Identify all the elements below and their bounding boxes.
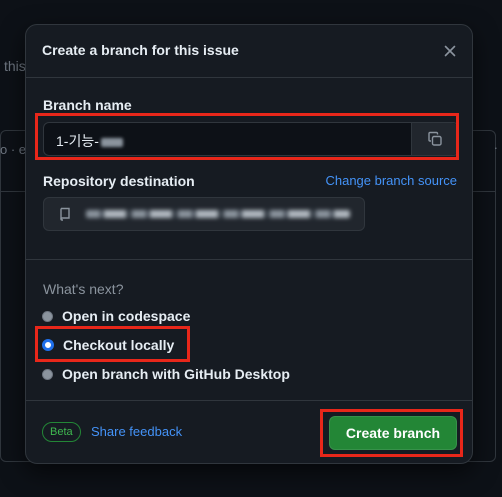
branch-name-label: Branch name — [43, 97, 132, 113]
create-branch-button[interactable]: Create branch — [329, 416, 457, 450]
radio-button-checked[interactable] — [42, 339, 54, 351]
dialog-footer: Beta Share feedback Create branch — [26, 400, 472, 463]
background-text-fragment: this — [4, 58, 26, 74]
radio-button[interactable] — [42, 368, 53, 380]
repo-destination-label: Repository destination — [43, 173, 195, 189]
branch-name-value-wrap: 1-기능- — [56, 131, 123, 151]
redacted-text — [100, 137, 123, 147]
create-branch-dialog: Create a branch for this issue Branch na… — [25, 24, 473, 464]
repo-icon — [60, 207, 70, 221]
option-open-in-codespace[interactable]: Open in codespace — [42, 306, 190, 326]
copy-button[interactable] — [411, 123, 458, 155]
radio-button[interactable] — [42, 310, 53, 322]
redacted-repository-name — [86, 210, 350, 218]
option-open-github-desktop[interactable]: Open branch with GitHub Desktop — [42, 364, 290, 384]
option-label: Open branch with GitHub Desktop — [62, 366, 290, 382]
branch-name-input[interactable]: 1-기능- — [43, 122, 459, 156]
repository-selector[interactable] — [43, 197, 365, 231]
section-divider — [26, 259, 472, 260]
close-icon — [444, 45, 456, 57]
copy-icon — [428, 131, 442, 146]
beta-badge: Beta — [42, 422, 81, 442]
branch-name-value: 1-기능- — [56, 133, 99, 149]
option-label: Checkout locally — [63, 337, 175, 353]
share-feedback-link[interactable]: Share feedback — [91, 424, 182, 439]
background-left-dots: o · e — [0, 142, 27, 157]
option-checkout-locally[interactable]: Checkout locally — [42, 335, 174, 355]
background-right-dot: · — [493, 140, 498, 155]
change-branch-source-link[interactable]: Change branch source — [325, 173, 457, 188]
close-button[interactable] — [438, 39, 462, 63]
dialog-title: Create a branch for this issue — [42, 42, 239, 58]
dialog-header: Create a branch for this issue — [26, 25, 472, 78]
option-label: Open in codespace — [62, 308, 191, 324]
whats-next-label: What's next? — [43, 281, 124, 297]
